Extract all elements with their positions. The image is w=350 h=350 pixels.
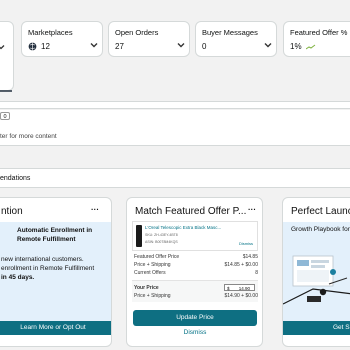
row-label: Current Offers <box>134 270 166 276</box>
globe-icon <box>28 42 37 51</box>
metric-title: Open Orders <box>115 28 159 37</box>
card-title: Match Featured Offer P... <box>135 206 247 217</box>
content-hint-text: ter for more content <box>0 133 57 140</box>
more-options-icon[interactable]: ··· <box>91 205 99 214</box>
update-price-button[interactable]: Update Price <box>133 310 257 326</box>
metric-title: Featured Offer % <box>290 28 348 37</box>
metric-title: Buyer Messages <box>202 28 258 37</box>
product-name[interactable]: L'Oreal Telescopic Extra Black Masc... <box>145 225 257 230</box>
metric-title: Marketplaces <box>28 28 73 37</box>
launch-illustration <box>283 255 350 305</box>
recommendation-card-perfect-launch: Perfect Launc Growth Playbook for Get S <box>282 197 350 347</box>
metric-tile-marketplaces[interactable]: Marketplaces 12 <box>21 21 103 57</box>
section-title: endations <box>0 175 31 182</box>
dismiss-button[interactable]: Dismiss <box>133 329 257 336</box>
metric-tile-featured-offer[interactable]: Featured Offer % 1% <box>283 21 350 57</box>
get-started-button[interactable]: Get S <box>283 321 350 335</box>
content-strip: 0 ter for more content <box>0 110 350 146</box>
your-price-label: Your Price <box>134 285 159 291</box>
card-subtitle: Growth Playbook for <box>291 226 350 233</box>
metric-tile-buyer-messages[interactable]: Buyer Messages 0 <box>195 21 277 57</box>
row-label: Price + Shipping <box>134 262 171 268</box>
metric-value: 27 <box>115 42 124 51</box>
card-body-panel: Automatic Enrollment in Remote Fulfillme… <box>0 222 111 321</box>
card-body-line: in 45 days. <box>1 274 35 281</box>
row-label: Price + Shipping <box>134 293 171 299</box>
product-sku: SKU: ZH-43EY-4BT8 <box>145 233 178 237</box>
learn-more-button[interactable]: Learn More or Opt Out <box>0 321 111 335</box>
chevron-down-icon[interactable] <box>88 39 100 51</box>
recommendation-card-remote-fulfillment: ntion ··· Automatic Enrollment in Remote… <box>0 197 112 347</box>
row-value: 8 <box>255 270 258 276</box>
metric-value: 0 <box>202 42 207 51</box>
card-body-panel: Growth Playbook for <box>283 222 350 321</box>
card-title: Perfect Launc <box>291 206 350 217</box>
section-header: endations <box>0 168 350 188</box>
price-value: 14.90 <box>238 286 250 291</box>
sparkline-chart <box>0 90 12 92</box>
row-label: Featured Offer Price <box>134 254 180 260</box>
product-asin: ASIN: B00T8M4KQS <box>145 240 178 244</box>
card-title: ntion <box>1 206 23 217</box>
card-headline: Automatic Enrollment in Remote Fulfillme… <box>17 227 93 243</box>
card-body-line: new international customers. <box>1 256 84 263</box>
more-options-icon[interactable]: ··· <box>248 205 256 214</box>
metric-value: 12 <box>41 42 50 51</box>
row-value: $14.85 + $0.00 <box>224 262 258 268</box>
product-panel: L'Oreal Telescopic Extra Black Masc... S… <box>132 221 258 251</box>
metric-value: 1% <box>290 42 302 51</box>
dismiss-link[interactable]: Dismiss <box>239 241 253 246</box>
row-value: $14.90 + $0.00 <box>224 293 258 299</box>
divider-bar <box>0 101 350 109</box>
currency-symbol: $ <box>227 286 230 291</box>
chevron-down-icon <box>0 45 5 50</box>
metric-tile-open-orders[interactable]: Open Orders 27 <box>108 21 190 57</box>
chevron-down-icon[interactable] <box>175 39 187 51</box>
card-body-line: enrollment in Remote Fulfillment <box>1 265 95 272</box>
left-metric-tile[interactable]: 12 <box>0 21 14 108</box>
price-input[interactable]: $ 14.90 <box>224 284 255 291</box>
product-thumbnail <box>136 225 142 247</box>
row-value: $14.85 <box>242 254 258 260</box>
count-badge[interactable]: 0 <box>0 112 10 120</box>
chevron-down-icon[interactable] <box>262 39 274 51</box>
trend-up-icon <box>305 44 315 49</box>
